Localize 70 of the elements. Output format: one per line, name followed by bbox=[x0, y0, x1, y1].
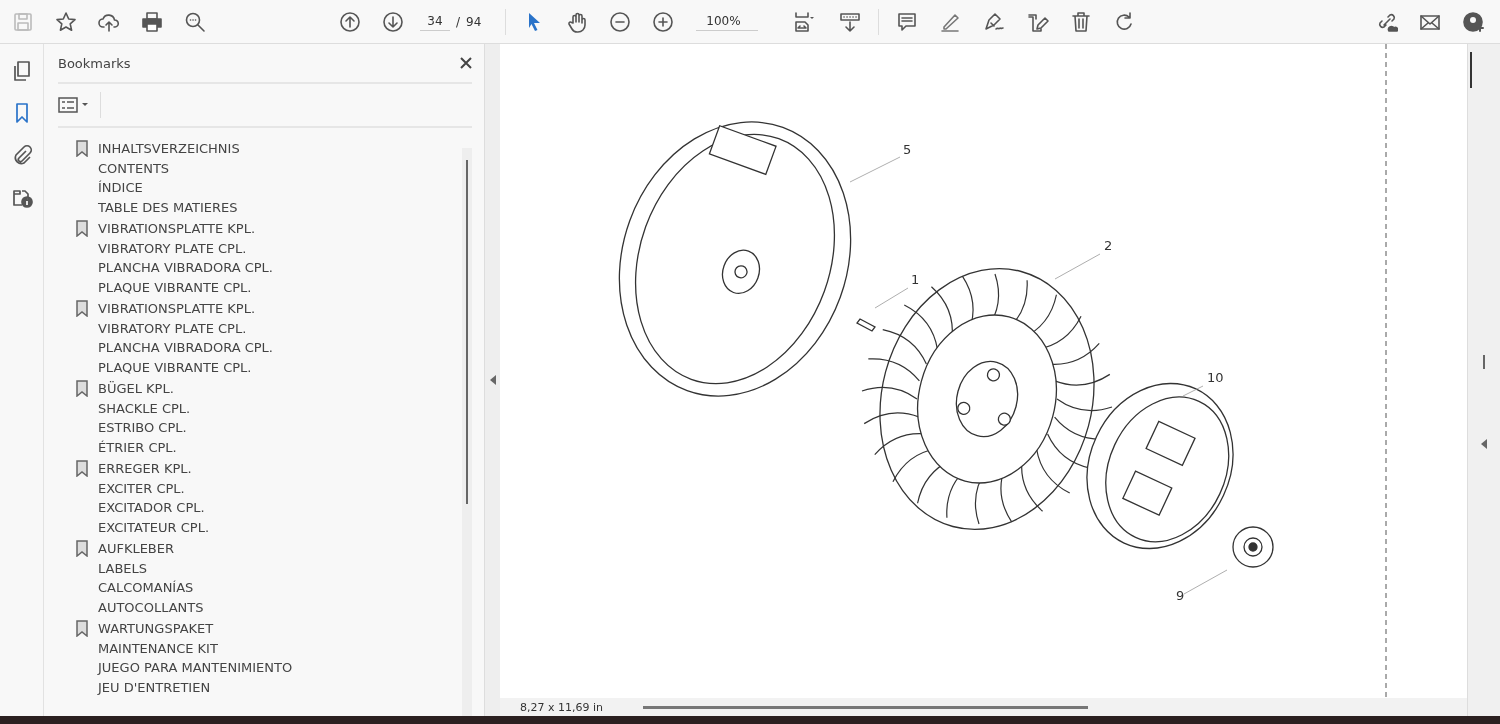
options-menu-icon[interactable] bbox=[58, 97, 88, 113]
zoom-dropdown[interactable]: 100% bbox=[696, 12, 759, 31]
bookmark-item[interactable]: ESTRIBO CPL. bbox=[98, 419, 191, 437]
bookmark-item[interactable]: EXCITATEUR CPL. bbox=[98, 518, 210, 536]
leader-line bbox=[1182, 385, 1204, 397]
bookmark-item[interactable]: LABELS bbox=[98, 559, 204, 577]
panel-title: Bookmarks bbox=[58, 55, 132, 71]
magnifier-icon[interactable] bbox=[184, 10, 206, 33]
previous-page-icon[interactable] bbox=[339, 10, 361, 33]
leader-line bbox=[1183, 569, 1228, 595]
bookmark-icon bbox=[76, 460, 88, 477]
callout-number: 9 bbox=[1176, 588, 1185, 603]
leader-line bbox=[1054, 253, 1101, 280]
bookmark-item[interactable]: CONTENTS bbox=[98, 159, 240, 177]
bookmark-item[interactable]: ÍNDICE bbox=[98, 179, 240, 197]
bookmark-item[interactable]: CALCOMANÍAS bbox=[98, 579, 204, 597]
bookmark-item[interactable]: ÉTRIER CPL. bbox=[98, 438, 191, 456]
callout-number: 5 bbox=[903, 142, 912, 157]
scroll-mode-icon[interactable] bbox=[839, 10, 862, 33]
bookmark-icon bbox=[76, 300, 88, 317]
collapse-arrow-icon[interactable] bbox=[489, 375, 496, 385]
hand-icon[interactable] bbox=[566, 10, 589, 33]
page-number-field[interactable]: 34 bbox=[420, 12, 450, 31]
bookmark-item[interactable]: BÜGEL KPL. bbox=[98, 380, 191, 398]
bookmark-item[interactable]: PLANCHA VIBRADORA CPL. bbox=[98, 339, 273, 357]
bookmark-item[interactable]: EXCITER CPL. bbox=[98, 479, 210, 497]
zoom-in-icon[interactable] bbox=[652, 10, 675, 33]
bookmark-item[interactable]: SHACKLE CPL. bbox=[98, 399, 191, 417]
print-icon[interactable] bbox=[141, 10, 163, 33]
bookmark-item[interactable]: PLANCHA VIBRADORA CPL. bbox=[98, 259, 273, 277]
page-count: 94 bbox=[466, 14, 482, 29]
delete-icon[interactable] bbox=[1070, 10, 1093, 33]
scrollbar[interactable] bbox=[1483, 355, 1485, 369]
bookmark-item[interactable]: PLAQUE VIBRANTE CPL. bbox=[98, 278, 273, 296]
leader-line bbox=[849, 156, 901, 183]
bookmark-item[interactable]: EXCITADOR CPL. bbox=[98, 499, 210, 517]
bookmark-item[interactable]: VIBRATIONSPLATTE KPL. bbox=[98, 220, 273, 238]
bookmark-item[interactable]: VIBRATORY PLATE CPL. bbox=[98, 319, 273, 337]
bookmark-item[interactable]: INHALTSVERZEICHNIS bbox=[98, 140, 240, 158]
page-size-label: 8,27 x 11,69 in bbox=[520, 700, 603, 714]
bookmark-item[interactable]: VIBRATORY PLATE CPL. bbox=[98, 239, 273, 257]
bookmark-item[interactable]: AUTOCOLLANTS bbox=[98, 598, 204, 616]
comment-icon[interactable] bbox=[896, 10, 919, 33]
close-icon[interactable] bbox=[460, 57, 472, 69]
leader-line bbox=[874, 287, 909, 309]
star-icon[interactable] bbox=[55, 10, 77, 33]
bookmark-item[interactable]: JEU D'ENTRETIEN bbox=[98, 678, 293, 696]
bookmark-icon bbox=[76, 540, 88, 557]
callout-number: 10 bbox=[1207, 370, 1224, 385]
bookmark-item[interactable]: AUFKLEBER bbox=[98, 540, 204, 558]
callout-number: 2 bbox=[1104, 238, 1113, 253]
bookmark-icon bbox=[76, 620, 88, 637]
bookmark-item[interactable]: JUEGO PARA MANTENIMIENTO bbox=[98, 659, 293, 677]
expand-arrow-icon[interactable] bbox=[1481, 439, 1487, 449]
bookmark-item[interactable]: WARTUNGSPAKET bbox=[98, 620, 293, 638]
bookmark-item[interactable]: MAINTENANCE KIT bbox=[98, 639, 293, 657]
bookmark-icon bbox=[76, 380, 88, 397]
bookmark-icon bbox=[76, 140, 88, 157]
bookmark-icon bbox=[76, 220, 88, 237]
next-page-icon[interactable] bbox=[382, 10, 404, 33]
callout-number: 1 bbox=[911, 272, 920, 287]
bookmark-item[interactable]: VIBRATIONSPLATTE KPL. bbox=[98, 300, 273, 318]
page-separator: / bbox=[456, 14, 461, 29]
zoom-out-icon[interactable] bbox=[609, 10, 632, 33]
horizontal-scrollbar[interactable] bbox=[643, 705, 1088, 709]
pen-signature-icon[interactable] bbox=[982, 10, 1005, 33]
bookmark-item[interactable]: PLAQUE VIBRANTE CPL. bbox=[98, 358, 273, 376]
bookmark-item[interactable]: ERREGER KPL. bbox=[98, 460, 210, 478]
bookmark-item[interactable]: TABLE DES MATIERES bbox=[98, 198, 240, 216]
scrollbar[interactable] bbox=[462, 148, 472, 716]
